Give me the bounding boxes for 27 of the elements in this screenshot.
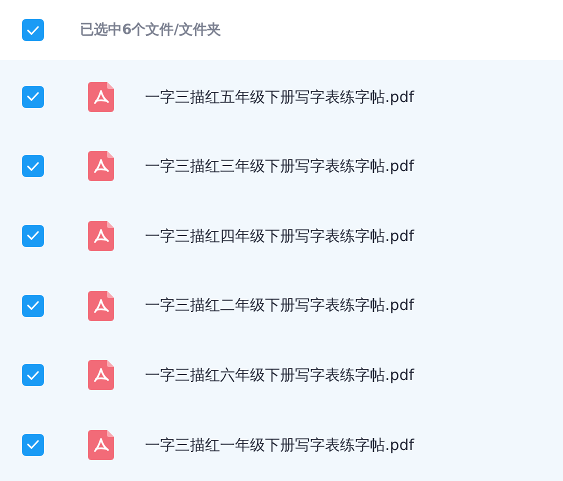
checkbox[interactable] xyxy=(22,434,44,456)
file-name[interactable]: 一字三描红二年级下册写字表练字帖.pdf xyxy=(145,294,414,317)
file-name[interactable]: 一字三描红三年级下册写字表练字帖.pdf xyxy=(145,155,414,178)
pdf-file-icon xyxy=(88,220,114,251)
checkmark-icon xyxy=(27,301,39,310)
checkbox[interactable] xyxy=(22,224,44,247)
checkbox[interactable] xyxy=(22,294,44,317)
checkmark-icon xyxy=(27,162,39,171)
file-name[interactable]: 一字三描红六年级下册写字表练字帖.pdf xyxy=(145,364,414,386)
checkbox[interactable] xyxy=(22,155,44,178)
selection-count: 已选中6个文件/文件夹 xyxy=(80,20,221,40)
checkmark-icon xyxy=(27,440,39,450)
file-name[interactable]: 一字三描红四年级下册写字表练字帖.pdf xyxy=(145,224,414,248)
file-name[interactable]: 一字三描红一年级下册写字表练字帖.pdf xyxy=(145,434,414,456)
pdf-file-icon xyxy=(88,82,114,112)
pdf-file-icon xyxy=(88,430,114,460)
pdf-file-icon xyxy=(88,151,114,182)
checkbox[interactable] xyxy=(22,364,44,386)
checkmark-icon xyxy=(27,231,39,240)
checkbox[interactable] xyxy=(22,19,44,41)
checkmark-icon xyxy=(27,370,39,380)
pdf-file-icon xyxy=(88,290,114,321)
pdf-file-icon xyxy=(88,360,114,390)
checkmark-icon xyxy=(27,92,39,102)
checkbox[interactable] xyxy=(22,86,44,108)
checkmark-icon xyxy=(27,26,39,34)
file-name[interactable]: 一字三描红五年级下册写字表练字帖.pdf xyxy=(145,86,414,108)
